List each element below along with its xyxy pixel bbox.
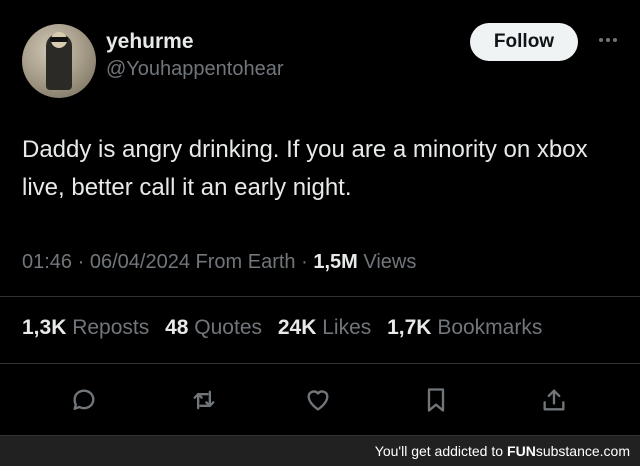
user-handle[interactable]: @Youhappentohear (106, 58, 284, 81)
display-name[interactable]: yehurme (106, 30, 194, 54)
engagement-stats: 1,3K Reposts 48 Quotes 24K Likes 1,7K Bo… (22, 316, 552, 340)
profile-avatar[interactable] (22, 24, 96, 98)
bookmark-icon[interactable] (416, 380, 456, 420)
like-icon[interactable] (298, 380, 338, 420)
meta-separator: · (295, 251, 314, 273)
tweet-meta: 01:46 · 06/04/2024 From Earth · 1,5M Vie… (22, 251, 416, 274)
watermark-footer: You'll get addicted to FUNsubstance.com (0, 436, 640, 466)
likes-stat[interactable]: 24K Likes (278, 316, 371, 339)
repost-icon[interactable] (184, 380, 224, 420)
reply-icon[interactable] (64, 380, 104, 420)
share-icon[interactable] (534, 380, 574, 420)
views-count: 1,5M (313, 251, 358, 273)
tweet-time[interactable]: 01:46 (22, 251, 72, 273)
tweet-text: Daddy is angry drinking. If you are a mi… (22, 136, 588, 201)
footer-brand[interactable]: FUNsubstance.com (507, 443, 630, 459)
quotes-stat[interactable]: 48 Quotes (165, 316, 262, 339)
reposts-stat[interactable]: 1,3K Reposts (22, 316, 149, 339)
divider (0, 363, 640, 364)
ellipsis-icon[interactable] (590, 28, 626, 52)
avatar-sunglasses (50, 37, 68, 42)
meta-separator: · (72, 251, 90, 273)
tweet-date[interactable]: 06/04/2024 (90, 251, 190, 273)
tweet-location: From Earth (195, 251, 296, 273)
divider (0, 296, 640, 297)
views-label: Views (363, 251, 417, 273)
footer-text: You'll get addicted to (374, 443, 504, 459)
follow-button[interactable]: Follow (470, 23, 578, 61)
bookmarks-stat[interactable]: 1,7K Bookmarks (387, 316, 542, 339)
